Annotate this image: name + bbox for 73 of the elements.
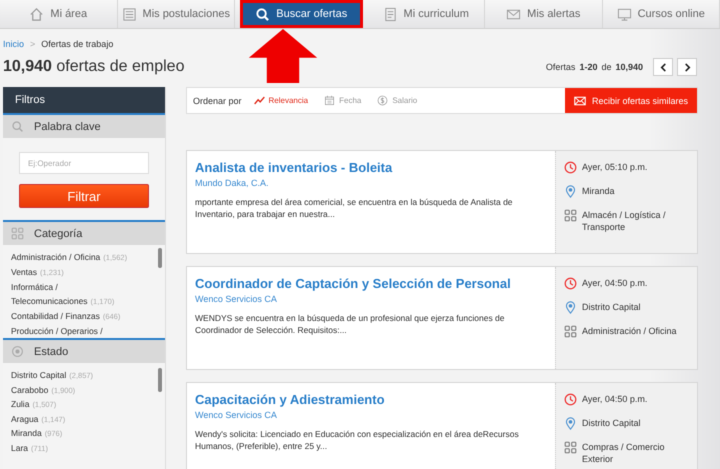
job-category: Almacén / Logística / Transporte <box>582 209 667 233</box>
results-label: ofertas de empleo <box>56 58 184 75</box>
location-pin-icon <box>564 417 577 430</box>
filter-button[interactable]: Filtrar <box>19 184 149 208</box>
trend-line-icon <box>254 95 265 106</box>
document-icon <box>382 6 398 22</box>
nav-tab[interactable]: Mi área <box>0 0 118 28</box>
breadcrumb-link[interactable]: Inicio <box>3 39 24 49</box>
results-count: 10,940 <box>3 58 52 75</box>
job-description: mportante empresa del área comericial, se encuentra en la búsqueda de Analista de Inventario, para trabajar en nuestra... <box>195 196 514 220</box>
company-link[interactable]: Mundo Daka, C.A. <box>195 178 547 188</box>
chevron-right-icon <box>682 62 692 72</box>
location-pin-icon <box>564 185 577 198</box>
filter-option[interactable]: Producción / Operarios / <box>11 324 157 338</box>
scrollbar[interactable] <box>158 368 162 392</box>
house-icon <box>29 6 44 22</box>
nav-tab[interactable]: Mi curriculum <box>368 0 485 28</box>
pointer-arrow <box>247 27 319 85</box>
previous-page-button[interactable] <box>653 58 673 76</box>
radio-icon <box>11 345 24 358</box>
list-icon <box>122 6 137 22</box>
location-pin-icon <box>564 301 577 314</box>
nav-tab[interactable]: Mis postulaciones <box>118 0 235 28</box>
pagination-range: 1-20 <box>579 62 598 72</box>
sort-option[interactable]: Salario <box>377 95 418 106</box>
job-category: Compras / Comercio Exterior <box>582 441 666 465</box>
next-page-button[interactable] <box>677 58 697 76</box>
pagination-of: de <box>601 62 612 72</box>
grid-icon <box>564 325 577 338</box>
job-location: Miranda <box>582 185 615 197</box>
posted-time: Ayer, 05:10 p.m. <box>582 161 648 173</box>
job-category: Administración / Oficina <box>582 325 677 337</box>
clock-icon <box>564 277 577 290</box>
job-title-link[interactable]: Coordinador de Captación y Selección de Personal <box>195 276 547 291</box>
section-title: Categoría <box>34 228 82 240</box>
scrollbar[interactable] <box>158 248 162 268</box>
grid-icon <box>11 227 24 240</box>
job-location: Distrito Capital <box>582 417 641 429</box>
breadcrumb-current: Ofertas de trabajo <box>41 39 114 49</box>
monitor-icon <box>616 6 632 22</box>
job-description: Wendy's solicita: Licenciado en Educación con especialización en el área deRecursos Humanos, (Preferible), entre 25 y... <box>195 428 520 452</box>
job-title-link[interactable]: Analista de inventarios - Boleita <box>195 160 547 175</box>
calendar-icon <box>324 95 336 106</box>
job-description: WENDYS se encuentra en la búsqueda de un profesional que ejerza funciones de Coordinador de Selección. Requisitos:... <box>195 312 506 336</box>
grid-icon <box>564 441 577 454</box>
company-link[interactable]: Wenco Servicios CA <box>195 294 547 304</box>
nav-tab[interactable]: Mis alertas <box>485 0 602 28</box>
posted-time: Ayer, 04:50 p.m. <box>582 393 648 405</box>
sort-label: Ordenar por <box>193 96 242 106</box>
company-link[interactable]: Wenco Servicios CA <box>195 410 547 420</box>
keyword-field[interactable]: Ej:Operador <box>19 152 149 174</box>
clock-icon <box>564 393 577 406</box>
chevron-left-icon <box>658 62 668 72</box>
nav-tab[interactable]: Cursos online <box>602 0 720 28</box>
dollar-icon <box>377 95 388 106</box>
filters-header: Filtros <box>3 87 165 115</box>
job-title-link[interactable]: Capacitación y Adiestramiento <box>195 392 547 407</box>
posted-time: Ayer, 04:50 p.m. <box>582 277 648 289</box>
search-icon <box>255 6 270 22</box>
envelope-icon <box>574 96 586 106</box>
clock-icon <box>564 161 577 174</box>
subscribe-button[interactable]: Recibir ofertas similares <box>564 88 697 113</box>
section-title: Palabra clave <box>34 120 101 132</box>
pagination-total: 10,940 <box>615 62 643 72</box>
search-icon <box>11 120 24 133</box>
sort-option[interactable]: Fecha <box>324 95 362 106</box>
job-location: Distrito Capital <box>582 301 641 313</box>
sort-option[interactable]: Relevancia <box>254 95 308 106</box>
pagination-label: Ofertas <box>546 62 576 72</box>
nav-tab[interactable]: Buscar ofertas <box>240 0 362 28</box>
section-title: Estado <box>34 346 68 358</box>
grid-icon <box>564 209 577 222</box>
breadcrumb-separator: > <box>30 39 36 49</box>
